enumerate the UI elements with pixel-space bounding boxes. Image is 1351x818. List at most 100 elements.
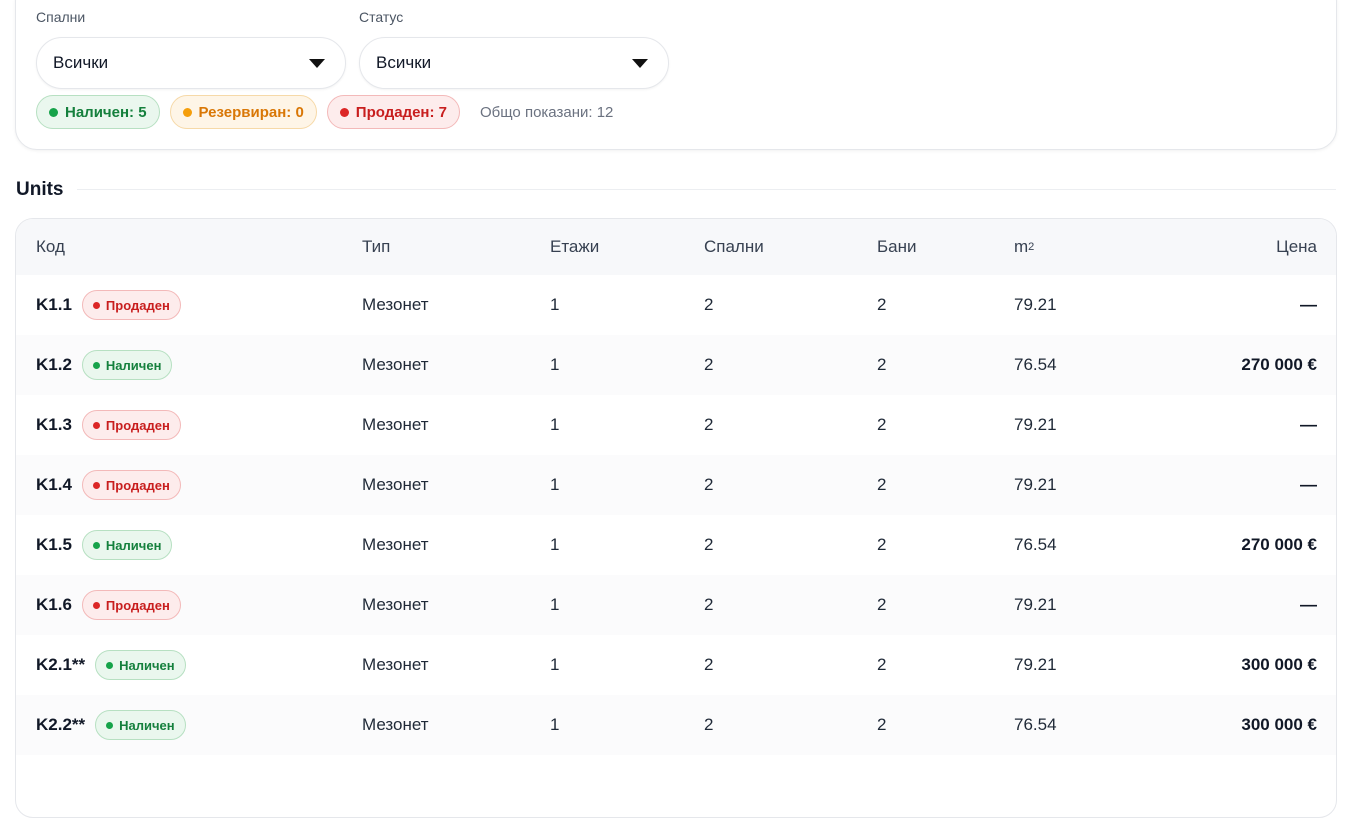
unit-code: K1.6 (36, 595, 72, 614)
sold-dot-icon (339, 107, 349, 117)
status-badge: Продаден (81, 590, 181, 620)
bedrooms-cell: 2 (704, 535, 714, 554)
unit-code: K1.2 (36, 355, 72, 374)
bedrooms-cell: 2 (704, 475, 714, 494)
header-code[interactable]: Код (36, 219, 65, 275)
price-cell: — (1300, 595, 1317, 614)
status-badge: Продаден (81, 470, 181, 500)
header-price[interactable]: Цена (1276, 219, 1317, 275)
price-cell: 300 000 € (1241, 655, 1317, 674)
price-cell: — (1300, 475, 1317, 494)
reserved-dot-icon (182, 107, 192, 117)
chevron-down-icon (309, 58, 325, 68)
area-cell: 76.54 (1014, 355, 1057, 374)
status-dot-icon (92, 301, 100, 309)
table-row[interactable]: K1.4 Продаден Мезонет 1 2 2 79.21 — (16, 455, 1336, 515)
type-cell: Мезонет (362, 355, 429, 374)
table-row[interactable]: K1.2 Наличен Мезонет 1 2 2 76.54 270 000 € (16, 335, 1336, 395)
status-badge-label: Наличен (119, 717, 175, 733)
bathrooms-cell: 2 (877, 475, 887, 494)
status-badge-label: Продаден (105, 477, 170, 493)
status-badge-label: Наличен (105, 357, 162, 373)
status-dot-icon (92, 361, 100, 369)
floors-cell: 1 (550, 295, 560, 314)
header-bathrooms[interactable]: Бани (877, 219, 917, 275)
units-table: Код Тип Етажи Спални Бани m2 Цена K1.1 Пр… (15, 218, 1337, 818)
code-cell: K2.1** Наличен (36, 635, 186, 695)
bedrooms-cell: 2 (704, 415, 714, 434)
status-badge: Наличен (95, 710, 186, 740)
type-cell: Мезонет (362, 295, 429, 314)
unit-code: K1.3 (36, 415, 72, 434)
available-dot-icon (49, 107, 58, 117)
code-cell: K1.2 Наличен (36, 335, 173, 395)
status-badge: Продаден (81, 290, 181, 320)
bathrooms-cell: 2 (877, 415, 887, 434)
type-cell: Мезонет (362, 535, 429, 554)
area-cell: 76.54 (1014, 535, 1057, 554)
header-area[interactable]: m2 (1014, 219, 1034, 275)
code-cell: K1.5 Наличен (36, 515, 173, 575)
filter-panel: Спални Всички Статус Всички Наличен: 5 Р… (15, 0, 1337, 150)
floors-cell: 1 (550, 655, 560, 674)
status-badge-label: Продаден (105, 417, 170, 433)
unit-code: K2.2** (36, 715, 86, 734)
status-summary: Наличен: 5 Резервиран: 0 Продаден: 7 Общ… (36, 95, 613, 129)
status-badge: Наличен (95, 650, 186, 680)
type-cell: Мезонет (362, 655, 429, 674)
unit-code: K1.1 (36, 295, 72, 314)
bedrooms-cell: 2 (704, 715, 714, 734)
status-filter: Статус Всички (359, 9, 669, 89)
bedrooms-filter-label: Спални (36, 9, 86, 25)
status-badge: Продаден (81, 410, 181, 440)
header-bedrooms[interactable]: Спални (704, 219, 764, 275)
code-cell: K1.4 Продаден (36, 455, 181, 515)
available-count-pill: Наличен: 5 (36, 95, 160, 129)
floors-cell: 1 (550, 355, 560, 374)
unit-code: K2.1** (36, 655, 86, 674)
bedrooms-cell: 2 (704, 655, 714, 674)
reserved-count-label: Резервиран: 0 (198, 103, 304, 121)
sold-count-pill: Продаден: 7 (326, 95, 460, 129)
price-cell: 270 000 € (1241, 535, 1317, 554)
price-cell: — (1300, 295, 1317, 314)
table-row[interactable]: K1.6 Продаден Мезонет 1 2 2 79.21 — (16, 575, 1336, 635)
bathrooms-cell: 2 (877, 355, 887, 374)
code-cell: K1.3 Продаден (36, 395, 181, 455)
status-select[interactable]: Всички (359, 37, 669, 89)
bathrooms-cell: 2 (877, 295, 887, 314)
table-row[interactable]: K2.1** Наличен Мезонет 1 2 2 79.21 300 000 € (16, 635, 1336, 695)
price-cell: 300 000 € (1241, 715, 1317, 734)
type-cell: Мезонет (362, 415, 429, 434)
type-cell: Мезонет (362, 715, 429, 734)
floors-cell: 1 (550, 535, 560, 554)
area-cell: 79.21 (1014, 415, 1057, 434)
area-cell: 79.21 (1014, 595, 1057, 614)
price-cell: 270 000 € (1241, 355, 1317, 374)
status-dot-icon (92, 421, 100, 429)
table-row[interactable]: K2.2** Наличен Мезонет 1 2 2 76.54 300 000 € (16, 695, 1336, 755)
bathrooms-cell: 2 (877, 535, 887, 554)
sold-count-label: Продаден: 7 (355, 103, 447, 121)
header-type[interactable]: Тип (362, 219, 390, 275)
chevron-down-icon (632, 58, 648, 68)
table-row[interactable]: K1.1 Продаден Мезонет 1 2 2 79.21 — (16, 275, 1336, 335)
bedrooms-select[interactable]: Всички (36, 37, 346, 89)
unit-code: K1.4 (36, 475, 72, 494)
table-row[interactable]: K1.3 Продаден Мезонет 1 2 2 79.21 — (16, 395, 1336, 455)
code-cell: K1.6 Продаден (36, 575, 181, 635)
status-badge: Наличен (81, 350, 173, 380)
table-row[interactable]: K1.5 Наличен Мезонет 1 2 2 76.54 270 000 € (16, 515, 1336, 575)
bathrooms-cell: 2 (877, 595, 887, 614)
status-badge-label: Продаден (105, 297, 170, 313)
header-floors[interactable]: Етажи (550, 219, 599, 275)
section-title: Units (16, 179, 64, 200)
status-badge: Наличен (81, 530, 173, 560)
status-badge-label: Продаден (105, 597, 170, 613)
type-cell: Мезонет (362, 475, 429, 494)
bathrooms-cell: 2 (877, 655, 887, 674)
code-cell: K1.1 Продаден (36, 275, 181, 335)
status-dot-icon (106, 721, 114, 729)
status-select-value: Всички (376, 53, 432, 72)
status-dot-icon (106, 661, 114, 669)
